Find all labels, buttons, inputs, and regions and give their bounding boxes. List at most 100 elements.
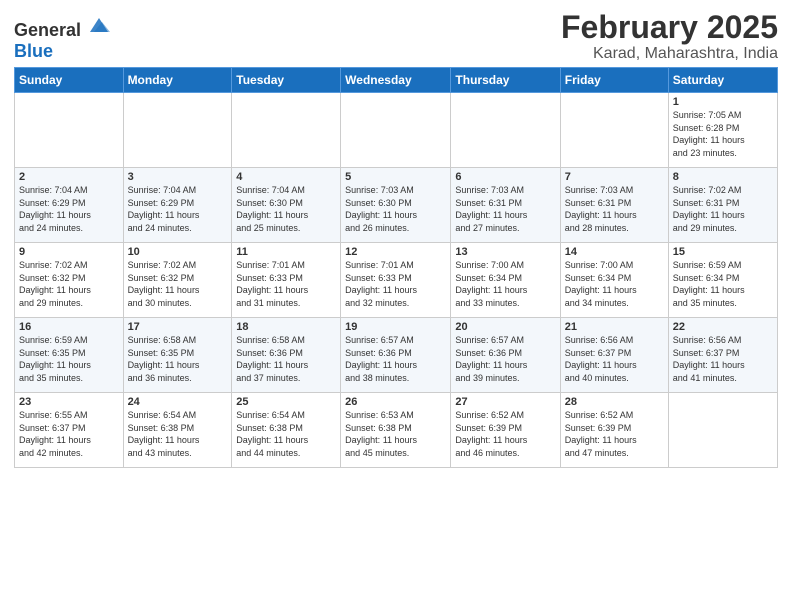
calendar-cell: 21Sunrise: 6:56 AM Sunset: 6:37 PM Dayli… bbox=[560, 318, 668, 393]
day-number: 23 bbox=[19, 396, 119, 408]
day-info: Sunrise: 6:53 AM Sunset: 6:38 PM Dayligh… bbox=[345, 409, 446, 459]
calendar-cell: 25Sunrise: 6:54 AM Sunset: 6:38 PM Dayli… bbox=[232, 393, 341, 468]
day-info: Sunrise: 6:54 AM Sunset: 6:38 PM Dayligh… bbox=[236, 409, 336, 459]
location-title: Karad, Maharashtra, India bbox=[561, 45, 778, 63]
logo-text: General Blue bbox=[14, 14, 110, 62]
calendar-header-thursday: Thursday bbox=[451, 68, 560, 93]
calendar-cell bbox=[341, 93, 451, 168]
calendar-cell: 24Sunrise: 6:54 AM Sunset: 6:38 PM Dayli… bbox=[123, 393, 232, 468]
day-number: 8 bbox=[673, 171, 773, 183]
day-number: 6 bbox=[455, 171, 555, 183]
calendar-cell: 8Sunrise: 7:02 AM Sunset: 6:31 PM Daylig… bbox=[668, 168, 777, 243]
day-info: Sunrise: 6:55 AM Sunset: 6:37 PM Dayligh… bbox=[19, 409, 119, 459]
day-number: 15 bbox=[673, 246, 773, 258]
day-info: Sunrise: 6:58 AM Sunset: 6:36 PM Dayligh… bbox=[236, 334, 336, 384]
day-info: Sunrise: 6:54 AM Sunset: 6:38 PM Dayligh… bbox=[128, 409, 228, 459]
day-info: Sunrise: 6:58 AM Sunset: 6:35 PM Dayligh… bbox=[128, 334, 228, 384]
day-number: 26 bbox=[345, 396, 446, 408]
calendar-cell: 14Sunrise: 7:00 AM Sunset: 6:34 PM Dayli… bbox=[560, 243, 668, 318]
day-info: Sunrise: 7:04 AM Sunset: 6:29 PM Dayligh… bbox=[128, 184, 228, 234]
calendar-cell: 10Sunrise: 7:02 AM Sunset: 6:32 PM Dayli… bbox=[123, 243, 232, 318]
day-info: Sunrise: 7:04 AM Sunset: 6:30 PM Dayligh… bbox=[236, 184, 336, 234]
calendar-cell: 9Sunrise: 7:02 AM Sunset: 6:32 PM Daylig… bbox=[15, 243, 124, 318]
day-info: Sunrise: 6:59 AM Sunset: 6:34 PM Dayligh… bbox=[673, 259, 773, 309]
calendar-cell: 2Sunrise: 7:04 AM Sunset: 6:29 PM Daylig… bbox=[15, 168, 124, 243]
calendar-cell: 26Sunrise: 6:53 AM Sunset: 6:38 PM Dayli… bbox=[341, 393, 451, 468]
day-number: 27 bbox=[455, 396, 555, 408]
calendar-week-1: 1Sunrise: 7:05 AM Sunset: 6:28 PM Daylig… bbox=[15, 93, 778, 168]
calendar-header-sunday: Sunday bbox=[15, 68, 124, 93]
calendar-cell bbox=[15, 93, 124, 168]
day-number: 3 bbox=[128, 171, 228, 183]
calendar-cell: 5Sunrise: 7:03 AM Sunset: 6:30 PM Daylig… bbox=[341, 168, 451, 243]
day-info: Sunrise: 7:02 AM Sunset: 6:32 PM Dayligh… bbox=[128, 259, 228, 309]
calendar-cell: 3Sunrise: 7:04 AM Sunset: 6:29 PM Daylig… bbox=[123, 168, 232, 243]
day-number: 10 bbox=[128, 246, 228, 258]
day-info: Sunrise: 7:03 AM Sunset: 6:31 PM Dayligh… bbox=[565, 184, 664, 234]
calendar-week-5: 23Sunrise: 6:55 AM Sunset: 6:37 PM Dayli… bbox=[15, 393, 778, 468]
day-number: 7 bbox=[565, 171, 664, 183]
title-block: February 2025 Karad, Maharashtra, India bbox=[561, 10, 778, 63]
calendar-cell: 1Sunrise: 7:05 AM Sunset: 6:28 PM Daylig… bbox=[668, 93, 777, 168]
day-info: Sunrise: 6:52 AM Sunset: 6:39 PM Dayligh… bbox=[565, 409, 664, 459]
day-info: Sunrise: 7:03 AM Sunset: 6:31 PM Dayligh… bbox=[455, 184, 555, 234]
day-info: Sunrise: 7:02 AM Sunset: 6:32 PM Dayligh… bbox=[19, 259, 119, 309]
day-number: 11 bbox=[236, 246, 336, 258]
calendar-cell bbox=[560, 93, 668, 168]
calendar-cell bbox=[232, 93, 341, 168]
logo: General Blue bbox=[14, 14, 110, 62]
calendar-week-3: 9Sunrise: 7:02 AM Sunset: 6:32 PM Daylig… bbox=[15, 243, 778, 318]
calendar-week-4: 16Sunrise: 6:59 AM Sunset: 6:35 PM Dayli… bbox=[15, 318, 778, 393]
day-info: Sunrise: 7:02 AM Sunset: 6:31 PM Dayligh… bbox=[673, 184, 773, 234]
calendar-cell: 18Sunrise: 6:58 AM Sunset: 6:36 PM Dayli… bbox=[232, 318, 341, 393]
calendar-week-2: 2Sunrise: 7:04 AM Sunset: 6:29 PM Daylig… bbox=[15, 168, 778, 243]
calendar-header-monday: Monday bbox=[123, 68, 232, 93]
logo-blue: Blue bbox=[14, 41, 53, 61]
day-number: 5 bbox=[345, 171, 446, 183]
day-info: Sunrise: 6:57 AM Sunset: 6:36 PM Dayligh… bbox=[345, 334, 446, 384]
calendar-cell: 23Sunrise: 6:55 AM Sunset: 6:37 PM Dayli… bbox=[15, 393, 124, 468]
day-number: 4 bbox=[236, 171, 336, 183]
calendar-cell: 6Sunrise: 7:03 AM Sunset: 6:31 PM Daylig… bbox=[451, 168, 560, 243]
day-info: Sunrise: 7:03 AM Sunset: 6:30 PM Dayligh… bbox=[345, 184, 446, 234]
day-number: 19 bbox=[345, 321, 446, 333]
calendar-cell: 13Sunrise: 7:00 AM Sunset: 6:34 PM Dayli… bbox=[451, 243, 560, 318]
day-number: 14 bbox=[565, 246, 664, 258]
calendar-cell: 27Sunrise: 6:52 AM Sunset: 6:39 PM Dayli… bbox=[451, 393, 560, 468]
calendar-cell: 22Sunrise: 6:56 AM Sunset: 6:37 PM Dayli… bbox=[668, 318, 777, 393]
calendar-cell bbox=[668, 393, 777, 468]
calendar-cell: 19Sunrise: 6:57 AM Sunset: 6:36 PM Dayli… bbox=[341, 318, 451, 393]
page-container: General Blue February 2025 Karad, Mahara… bbox=[0, 0, 792, 478]
day-number: 20 bbox=[455, 321, 555, 333]
calendar-cell: 7Sunrise: 7:03 AM Sunset: 6:31 PM Daylig… bbox=[560, 168, 668, 243]
day-info: Sunrise: 6:56 AM Sunset: 6:37 PM Dayligh… bbox=[673, 334, 773, 384]
day-number: 18 bbox=[236, 321, 336, 333]
day-info: Sunrise: 6:52 AM Sunset: 6:39 PM Dayligh… bbox=[455, 409, 555, 459]
day-number: 24 bbox=[128, 396, 228, 408]
day-number: 21 bbox=[565, 321, 664, 333]
day-info: Sunrise: 6:56 AM Sunset: 6:37 PM Dayligh… bbox=[565, 334, 664, 384]
header: General Blue February 2025 Karad, Mahara… bbox=[14, 10, 778, 63]
calendar-header-wednesday: Wednesday bbox=[341, 68, 451, 93]
calendar-cell: 4Sunrise: 7:04 AM Sunset: 6:30 PM Daylig… bbox=[232, 168, 341, 243]
day-number: 2 bbox=[19, 171, 119, 183]
logo-icon bbox=[88, 14, 110, 36]
calendar-header-friday: Friday bbox=[560, 68, 668, 93]
day-number: 1 bbox=[673, 96, 773, 108]
calendar-cell: 12Sunrise: 7:01 AM Sunset: 6:33 PM Dayli… bbox=[341, 243, 451, 318]
month-title: February 2025 bbox=[561, 10, 778, 45]
day-info: Sunrise: 7:05 AM Sunset: 6:28 PM Dayligh… bbox=[673, 109, 773, 159]
day-number: 13 bbox=[455, 246, 555, 258]
calendar-header-saturday: Saturday bbox=[668, 68, 777, 93]
day-info: Sunrise: 7:00 AM Sunset: 6:34 PM Dayligh… bbox=[455, 259, 555, 309]
calendar-cell: 28Sunrise: 6:52 AM Sunset: 6:39 PM Dayli… bbox=[560, 393, 668, 468]
day-info: Sunrise: 7:04 AM Sunset: 6:29 PM Dayligh… bbox=[19, 184, 119, 234]
calendar-cell: 20Sunrise: 6:57 AM Sunset: 6:36 PM Dayli… bbox=[451, 318, 560, 393]
day-number: 25 bbox=[236, 396, 336, 408]
day-number: 22 bbox=[673, 321, 773, 333]
calendar-cell: 16Sunrise: 6:59 AM Sunset: 6:35 PM Dayli… bbox=[15, 318, 124, 393]
calendar-table: SundayMondayTuesdayWednesdayThursdayFrid… bbox=[14, 67, 778, 468]
calendar-cell bbox=[123, 93, 232, 168]
day-number: 12 bbox=[345, 246, 446, 258]
day-info: Sunrise: 6:57 AM Sunset: 6:36 PM Dayligh… bbox=[455, 334, 555, 384]
